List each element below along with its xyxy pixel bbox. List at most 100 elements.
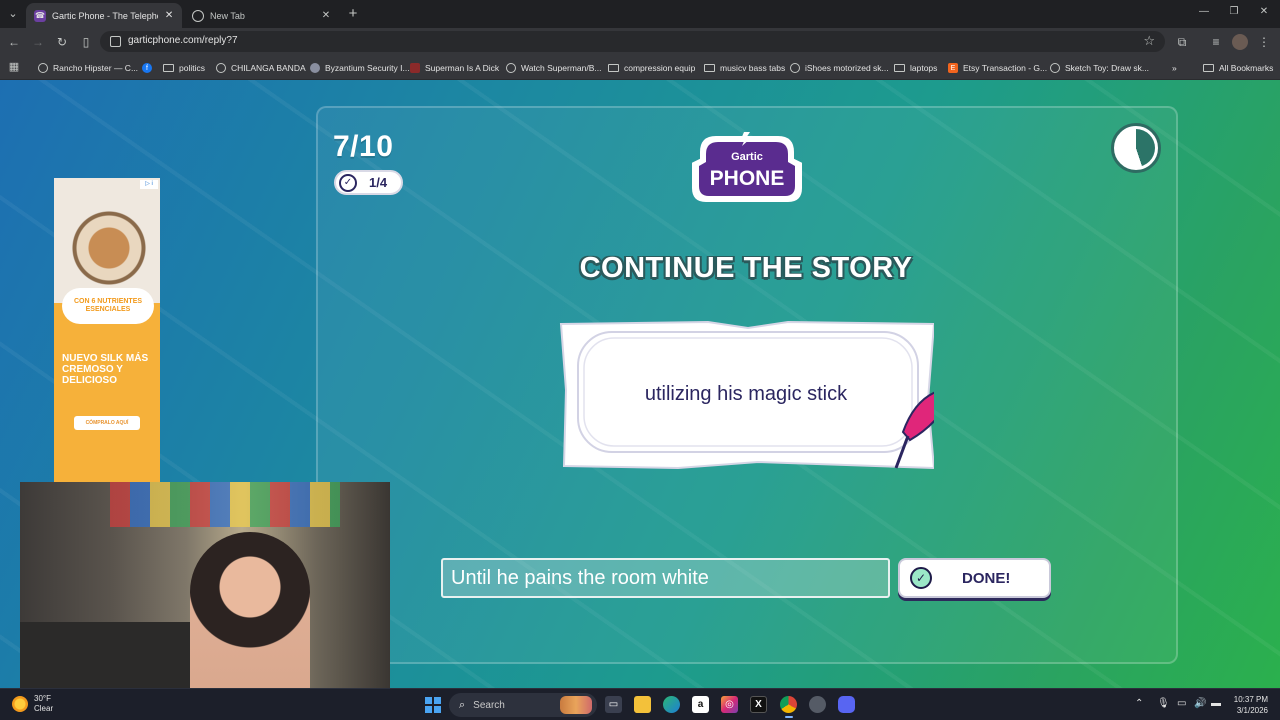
check-icon: ✓ — [910, 567, 932, 589]
logo-text-bottom: PHONE — [710, 167, 785, 190]
chrome-icon[interactable] — [780, 696, 797, 718]
done-button[interactable]: ✓ DONE! — [898, 558, 1051, 598]
media-controls-icon[interactable]: ≡ — [1208, 34, 1224, 50]
microphone-icon[interactable]: 🎙 — [1157, 698, 1170, 709]
browser-tab-bar: ⌄ ☎ Gartic Phone - The Telephone G ✕ New… — [0, 0, 1280, 28]
timer-progress — [1117, 129, 1155, 167]
bookmark-label: musicv bass tabs — [720, 63, 786, 73]
bookmark-star-icon[interactable]: ☆ — [1143, 33, 1155, 49]
bookmark-byzantium[interactable]: Byzantium Security I... — [310, 61, 410, 75]
tab-gartic-phone[interactable]: ☎ Gartic Phone - The Telephone G ✕ — [26, 3, 182, 28]
extensions-icon[interactable]: ⧉ — [1174, 34, 1190, 50]
players-done-count: 1/4 — [369, 175, 388, 190]
task-view-icon[interactable]: ▭ — [605, 696, 622, 713]
bookmarks-overflow-icon[interactable]: » — [1172, 61, 1177, 75]
new-tab-button[interactable]: + — [344, 5, 362, 23]
done-button-label: DONE! — [962, 569, 1011, 587]
bookmark-label: Etsy Transaction - G... — [963, 63, 1048, 73]
weather-widget[interactable]: 30°F Clear — [12, 694, 53, 714]
bookmark-compression-equip[interactable]: compression equip — [608, 61, 695, 75]
bookmark-ishoes[interactable]: iShoes motorized sk... — [790, 61, 889, 75]
url-text: garticphone.com/reply?7 — [128, 35, 238, 46]
gartic-phone-icon: ☎ — [34, 9, 46, 22]
bookmark-label: All Bookmarks — [1219, 63, 1274, 73]
discord-icon[interactable] — [838, 696, 855, 713]
ad-choices-icon[interactable]: ▷ i — [140, 180, 158, 189]
bookmark-watch-superman[interactable]: Watch Superman/B... — [506, 61, 601, 75]
minimize-icon[interactable]: — — [1196, 6, 1212, 17]
ad-cta-button[interactable]: CÓMPRALO AQUÍ — [74, 416, 140, 430]
all-bookmarks[interactable]: All Bookmarks — [1203, 61, 1273, 75]
window-close-icon[interactable]: ✕ — [1256, 6, 1272, 17]
bookmark-label: Byzantium Security I... — [325, 63, 410, 73]
facebook-icon: f — [142, 63, 152, 73]
globe-icon — [1050, 63, 1060, 73]
bookmark-bass-tabs[interactable]: musicv bass tabs — [704, 61, 785, 75]
page-title: CONTINUE THE STORY — [579, 252, 913, 284]
site-info-icon[interactable] — [110, 36, 121, 47]
side-panel-icon[interactable]: ▯ — [78, 34, 94, 50]
taskbar-clock[interactable]: 10:37 PM 3/1/2026 — [1228, 694, 1268, 716]
windows-start-icon[interactable] — [425, 697, 441, 713]
bookmark-label: Sketch Toy: Draw sk... — [1065, 63, 1149, 73]
bookmark-sketch-toy[interactable]: Sketch Toy: Draw sk... — [1050, 61, 1149, 75]
page-content: ▷ i CON 6 NUTRIENTES ESENCIALES NUEVO SI… — [0, 80, 1280, 688]
reload-icon[interactable]: ↻ — [54, 34, 70, 50]
logo-text-top: Gartic — [731, 151, 763, 163]
bookmark-facebook[interactable]: f — [142, 61, 157, 75]
close-icon[interactable]: ✕ — [320, 10, 332, 21]
obs-icon[interactable] — [809, 696, 826, 713]
forward-arrow-icon[interactable]: → — [30, 34, 46, 50]
browser-toolbar: ← → ↻ ▯ garticphone.com/reply?7 ☆ ⧉ ≡ ⋮ — [0, 28, 1280, 55]
advertisement[interactable]: ▷ i CON 6 NUTRIENTES ESENCIALES NUEVO SI… — [54, 178, 160, 488]
bookmark-laptops[interactable]: laptops — [894, 61, 937, 75]
x-icon[interactable]: X — [750, 696, 767, 713]
bell-icon — [310, 63, 320, 73]
prompt-text: utilizing his magic stick — [644, 383, 848, 405]
search-highlight-image — [560, 696, 592, 714]
chrome-icon — [192, 9, 204, 22]
webcam-background-flags — [110, 482, 340, 527]
weather-temp: 30°F — [34, 694, 51, 703]
bookmark-label: compression equip — [624, 63, 696, 73]
clock-date: 3/1/2026 — [1236, 706, 1268, 715]
address-bar[interactable]: garticphone.com/reply?7 ☆ — [100, 31, 1165, 52]
amazon-icon[interactable]: a — [692, 696, 709, 713]
bookmark-etsy[interactable]: E Etsy Transaction - G... — [948, 61, 1047, 75]
profile-avatar[interactable] — [1232, 34, 1248, 50]
folder-icon — [894, 64, 905, 72]
edge-icon[interactable] — [663, 696, 680, 713]
instagram-icon[interactable]: ◎ — [721, 696, 738, 713]
bookmark-label: CHILANGA BANDA — [231, 63, 306, 73]
bookmark-politics[interactable]: politics — [163, 61, 205, 75]
ad-coffee-image — [54, 178, 160, 303]
windows-taskbar: 30°F Clear ⌕ Search ▭ a ◎ X ⌃ 🎙 ▭ 🔊 ▬ 10… — [0, 688, 1280, 720]
taskbar-search[interactable]: ⌕ Search — [449, 693, 597, 717]
clock-time: 10:37 PM — [1233, 695, 1268, 704]
volume-icon[interactable]: 🔊 — [1194, 698, 1206, 709]
file-explorer-icon[interactable] — [634, 696, 651, 713]
tab-new-tab[interactable]: New Tab ✕ — [184, 3, 340, 28]
close-icon[interactable]: ✕ — [164, 10, 174, 21]
tab-title: Gartic Phone - The Telephone G — [52, 10, 158, 21]
etsy-icon: E — [948, 63, 958, 73]
menu-kebab-icon[interactable]: ⋮ — [1256, 34, 1272, 50]
tab-search-icon[interactable]: ⌄ — [4, 5, 22, 23]
tray-overflow-icon[interactable]: ⌃ — [1135, 698, 1143, 709]
tab-title: New Tab — [210, 10, 245, 21]
display-icon[interactable]: ▭ — [1177, 698, 1186, 709]
bookmark-superman-dick[interactable]: Superman Is A Dick — [410, 61, 499, 75]
bookmark-rancho-hipster[interactable]: Rancho Hipster — C... — [38, 61, 138, 75]
apps-grid-icon[interactable]: ▦ — [6, 59, 22, 75]
bookmark-label: Rancho Hipster — C... — [53, 63, 139, 73]
webcam-streamer — [190, 532, 310, 688]
ad-headline: NUEVO SILK MÁS CREMOSO Y DELICIOSO — [62, 353, 149, 386]
globe-icon — [790, 63, 800, 73]
story-input[interactable] — [441, 558, 890, 598]
bookmark-label: Watch Superman/B... — [521, 63, 602, 73]
battery-icon[interactable]: ▬ — [1211, 698, 1221, 709]
restore-icon[interactable]: ❐ — [1226, 6, 1242, 17]
bookmark-chilanga-banda[interactable]: CHILANGA BANDA — [216, 61, 306, 75]
back-arrow-icon[interactable]: ← — [6, 34, 22, 50]
folder-icon — [163, 64, 174, 72]
